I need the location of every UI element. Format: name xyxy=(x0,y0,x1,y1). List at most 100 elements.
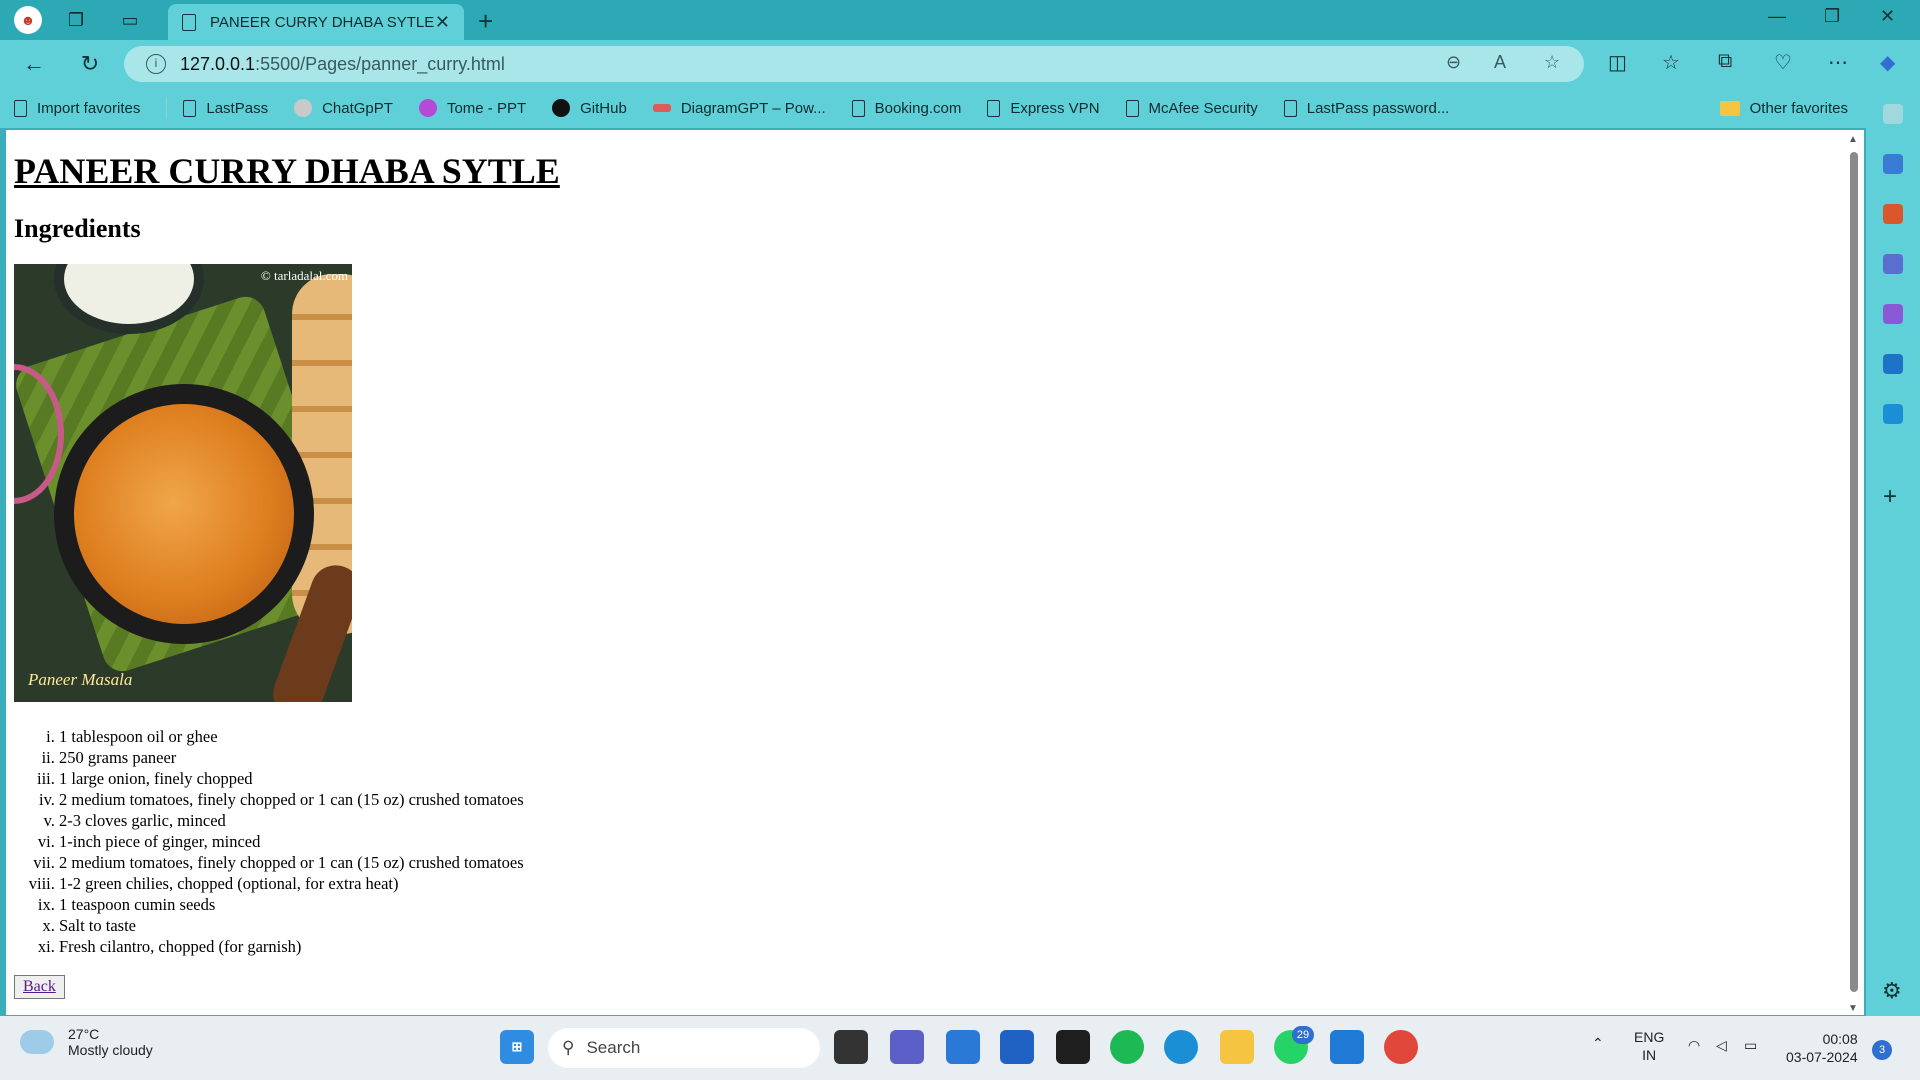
dish-image: © tarladalal.com Paneer Masala xyxy=(14,264,352,702)
favorite-expressvpn[interactable]: Express VPN xyxy=(987,99,1100,117)
collections-icon[interactable]: ⧉ xyxy=(1718,50,1732,73)
zoom-icon[interactable]: ⊖ xyxy=(1446,52,1461,73)
other-favorites[interactable]: Other favorites xyxy=(1719,88,1848,128)
tome-icon xyxy=(418,99,437,117)
tab-active[interactable]: PANEER CURRY DHABA SYTLE ✕ xyxy=(168,4,464,40)
favorite-chatgpt[interactable]: ChatGpPT xyxy=(294,99,393,117)
page-scrollbar[interactable]: ▲ ▼ xyxy=(1846,132,1862,1014)
copilot-app-icon[interactable] xyxy=(946,1030,980,1064)
favorite-lastpass[interactable]: LastPass xyxy=(183,99,269,117)
scrollbar-thumb[interactable] xyxy=(1850,152,1858,992)
add-sidebar-app-icon[interactable]: + xyxy=(1883,483,1897,511)
edge-icon[interactable] xyxy=(1164,1030,1198,1064)
url-host: 127.0.0.1 xyxy=(180,53,256,74)
restore-button[interactable]: ❐ xyxy=(1824,6,1840,27)
favorite-label: GitHub xyxy=(580,99,627,117)
wifi-icon[interactable]: ◠ xyxy=(1688,1036,1700,1054)
read-aloud-icon[interactable]: A xyxy=(1494,52,1506,73)
close-tab-icon[interactable]: ✕ xyxy=(435,12,450,33)
battery-icon[interactable]: ▭ xyxy=(1744,1036,1757,1054)
workspaces-icon[interactable]: ❐ xyxy=(62,6,90,34)
scroll-up-icon[interactable]: ▲ xyxy=(1848,134,1858,145)
shopping-icon[interactable] xyxy=(1883,154,1903,174)
list-item: 1-inch piece of ginger, minced xyxy=(59,831,1856,852)
ingredients-list: 1 tablespoon oil or ghee 250 grams panee… xyxy=(14,726,1856,957)
back-button[interactable]: Back xyxy=(14,975,65,999)
close-window-button[interactable]: ✕ xyxy=(1880,6,1895,27)
language-indicator[interactable]: ENG IN xyxy=(1634,1028,1664,1064)
list-item: Fresh cilantro, chopped (for garnish) xyxy=(59,936,1856,957)
other-favorites-label: Other favorites xyxy=(1749,99,1848,117)
favorites-icon[interactable]: ☆ xyxy=(1662,50,1680,75)
tab-actions-icon[interactable]: ▭ xyxy=(116,6,144,34)
start-icon[interactable]: ⊞ xyxy=(500,1030,534,1064)
file-explorer-icon[interactable] xyxy=(1220,1030,1254,1064)
split-screen-icon[interactable]: ◫ xyxy=(1608,50,1627,75)
favorite-booking[interactable]: Booking.com xyxy=(851,99,961,117)
search-icon: ⚲ xyxy=(562,1038,575,1057)
taskbar: 27°C Mostly cloudy ⊞ ⚲ Search 29 ⌃ ENG I… xyxy=(0,1016,1920,1080)
favorite-lastpass-password[interactable]: LastPass password... xyxy=(1283,99,1449,117)
list-item: 1 tablespoon oil or ghee xyxy=(59,726,1856,747)
favorite-mcafee[interactable]: McAfee Security xyxy=(1125,99,1258,117)
favorite-github[interactable]: GitHub xyxy=(552,99,627,117)
favorite-label: Express VPN xyxy=(1010,99,1100,117)
favorite-label: Import favorites xyxy=(37,99,141,117)
clock[interactable]: 00:08 03-07-2024 xyxy=(1786,1030,1858,1066)
favorite-label: McAfee Security xyxy=(1148,99,1258,117)
favorite-diagramgpt[interactable]: DiagramGPT – Pow... xyxy=(652,100,826,117)
page-icon xyxy=(183,99,197,117)
favorites-bar: Import favorites LastPass ChatGpPT Tome … xyxy=(0,88,1920,128)
list-item: 1 teaspoon cumin seeds xyxy=(59,894,1856,915)
favorite-star-icon[interactable]: ☆ xyxy=(1544,52,1560,73)
teams-icon[interactable] xyxy=(890,1030,924,1064)
task-view-icon[interactable] xyxy=(834,1030,868,1064)
search-icon[interactable] xyxy=(1883,104,1903,124)
copilot-sidebar-icon[interactable] xyxy=(1883,304,1903,324)
store-icon[interactable] xyxy=(1000,1030,1034,1064)
folder-icon xyxy=(1719,100,1740,116)
figma-icon[interactable] xyxy=(1056,1030,1090,1064)
list-item: 250 grams paneer xyxy=(59,747,1856,768)
favorites-divider xyxy=(166,97,168,119)
sidebar-settings-icon[interactable]: ⚙ xyxy=(1882,978,1902,1004)
copilot-icon[interactable]: ◆ xyxy=(1880,50,1895,75)
date: 03-07-2024 xyxy=(1786,1049,1858,1065)
site-info-icon[interactable]: i xyxy=(146,54,166,74)
weather-widget[interactable]: 27°C Mostly cloudy xyxy=(20,1026,153,1058)
scroll-down-icon[interactable]: ▼ xyxy=(1848,1003,1858,1014)
list-item: 2 medium tomatoes, finely chopped or 1 c… xyxy=(59,852,1856,873)
new-tab-button[interactable]: + xyxy=(478,6,493,37)
back-arrow-icon[interactable]: ← xyxy=(18,48,50,80)
vscode-icon[interactable] xyxy=(1330,1030,1364,1064)
drop-icon[interactable] xyxy=(1883,404,1903,424)
profile-avatar[interactable]: ☻ xyxy=(14,6,42,34)
time: 00:08 xyxy=(1822,1031,1858,1047)
favorite-import[interactable]: Import favorites xyxy=(14,99,141,117)
weather-cloud-icon xyxy=(20,1030,54,1054)
spotify-icon[interactable] xyxy=(1110,1030,1144,1064)
minimize-button[interactable]: — xyxy=(1768,6,1786,27)
more-options-icon[interactable]: ⋯ xyxy=(1828,50,1848,75)
show-hidden-icons[interactable]: ⌃ xyxy=(1592,1034,1604,1052)
chatgpt-icon xyxy=(294,99,313,117)
image-caption: Paneer Masala xyxy=(28,670,133,689)
outlook-icon[interactable] xyxy=(1883,354,1903,374)
favorite-tome[interactable]: Tome - PPT xyxy=(418,99,527,117)
favorite-label: ChatGpPT xyxy=(322,99,393,117)
favorite-label: Tome - PPT xyxy=(446,99,527,117)
refresh-icon[interactable]: ↻ xyxy=(74,48,106,80)
tools-icon[interactable] xyxy=(1883,204,1903,224)
chrome-icon[interactable] xyxy=(1384,1030,1418,1064)
page-title: PANEER CURRY DHABA SYTLE xyxy=(14,151,560,191)
favorite-label: LastPass xyxy=(206,99,269,117)
page-icon xyxy=(1283,99,1297,117)
volume-icon[interactable]: ◁ xyxy=(1716,1036,1727,1054)
whatsapp-badge: 29 xyxy=(1292,1026,1314,1044)
browser-essentials-icon[interactable]: ♡ xyxy=(1774,50,1792,75)
taskbar-search[interactable]: ⚲ Search xyxy=(548,1028,820,1068)
paneer-curry xyxy=(74,404,294,624)
games-icon[interactable] xyxy=(1883,254,1903,274)
notification-badge[interactable]: 3 xyxy=(1872,1040,1892,1060)
address-bar[interactable]: i 127.0.0.1:5500/Pages/panner_curry.html… xyxy=(124,46,1584,82)
